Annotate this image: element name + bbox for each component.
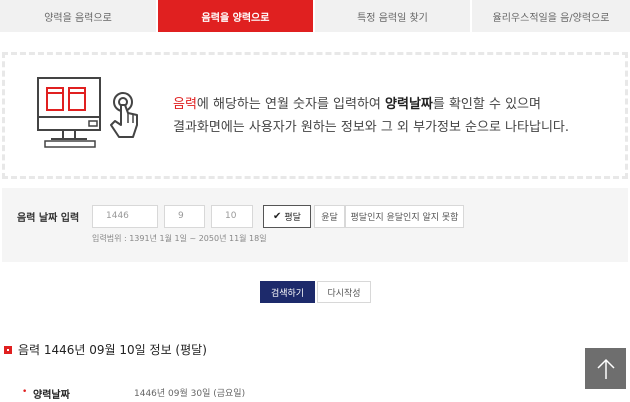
year-input[interactable]: 1446 (92, 205, 158, 228)
reset-button[interactable]: 다시작성 (317, 281, 371, 303)
input-range-note: 입력범위 : 1391년 1월 1일 ~ 2050년 11월 18일 (92, 234, 267, 243)
info-description: 음력에 해당하는 연월 숫자를 입력하여 양력날짜를 확인할 수 있으며 결과화… (173, 93, 623, 139)
info-box: 음력에 해당하는 연월 숫자를 입력하여 양력날짜를 확인할 수 있으며 결과화… (2, 52, 628, 179)
result-row-value: 1446년 09월 30일 (금요일) (134, 389, 246, 399)
check-icon: ✔ (273, 211, 282, 222)
info-text-a: 에 해당하는 연월 숫자를 입력하여 (196, 97, 386, 112)
info-text-b: 를 확인할 수 있으며 (432, 97, 541, 112)
tab-lunar-to-solar[interactable]: 음력을 양력으로 (158, 0, 315, 32)
result-heading-text: 음력 1446년 09월 10일 정보 (평달) (18, 343, 207, 357)
option-leap-month[interactable]: 윤달 (314, 205, 345, 228)
result-row-label: 양력날짜 (33, 390, 70, 401)
result-heading: 음력 1446년 09월 10일 정보 (평달) (4, 341, 207, 358)
info-line2: 결과화면에는 사용자가 원하는 정보와 그 외 부가정보 순으로 나타납니다. (173, 120, 569, 135)
option-normal-month[interactable]: ✔ 평달 (263, 205, 311, 228)
input-panel: 음력 날짜 입력 1446 9 10 ✔ 평달 윤달 평달인지 윤달인지 알지 … (2, 188, 628, 262)
day-input[interactable]: 10 (211, 205, 253, 228)
scroll-top-button[interactable] (585, 348, 626, 389)
info-highlight: 음력 (173, 97, 197, 112)
option-unknown-month[interactable]: 평달인지 윤달인지 알지 못함 (345, 205, 464, 228)
month-input[interactable]: 9 (164, 205, 205, 228)
square-bullet-icon (4, 345, 12, 354)
search-button[interactable]: 검색하기 (260, 281, 315, 303)
monitor-touch-icon (37, 77, 138, 148)
option-normal-label: 평달 (284, 213, 301, 223)
arrow-up-icon (596, 358, 615, 379)
info-bold: 양력날짜 (385, 97, 433, 112)
lunar-date-label: 음력 날짜 입력 (17, 213, 80, 224)
tab-julian-to-lunar-solar[interactable]: 율리우스적일을 음/양력으로 (472, 0, 630, 32)
tab-find-lunar-date[interactable]: 특정 음력일 찾기 (315, 0, 472, 32)
tab-solar-to-lunar[interactable]: 양력을 음력으로 (0, 0, 158, 32)
result-row-bullet: • (22, 387, 28, 397)
tab-bar: 양력을 음력으로 음력을 양력으로 특정 음력일 찾기 율리우스적일을 음/양력… (0, 0, 630, 32)
